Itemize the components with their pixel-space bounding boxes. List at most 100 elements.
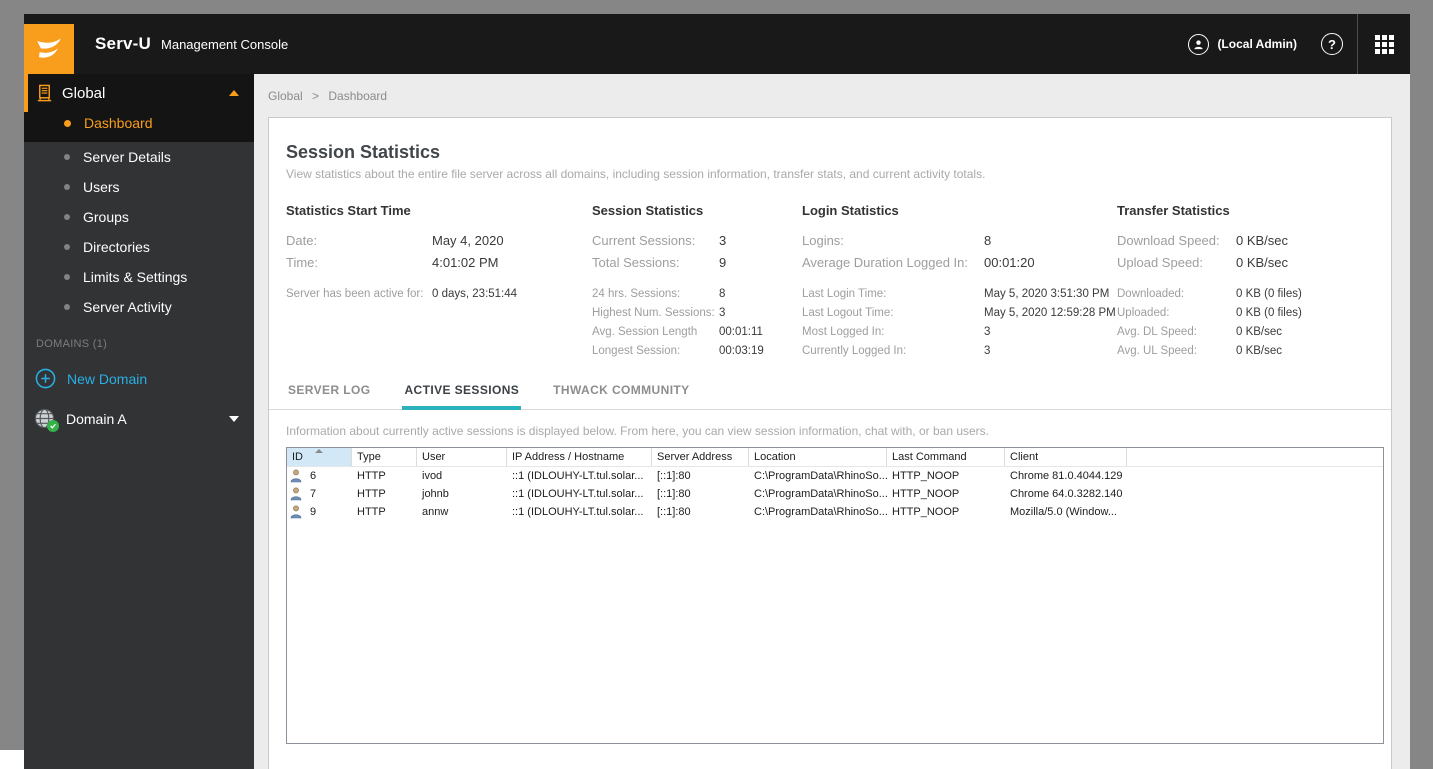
column-header-server-address[interactable]: Server Address [652, 448, 749, 466]
domains-section-label: DOMAINS (1) [36, 338, 108, 350]
stat-label: Last Login Time: [802, 288, 887, 300]
solarwinds-logo[interactable] [24, 24, 74, 74]
stat-value: 3 [984, 326, 991, 338]
cell-client: Chrome 81.0.4044.129 [1010, 470, 1123, 482]
stat-label: Currently Logged In: [802, 345, 907, 357]
cell-user: annw [422, 506, 449, 518]
tab-thwack-community[interactable]: THWACK COMMUNITY [551, 377, 691, 410]
sidebar-item-server-details[interactable]: Server Details [24, 142, 254, 172]
help-icon[interactable]: ? [1321, 33, 1343, 55]
sidebar-item-label: Server Details [83, 149, 171, 165]
app-title: Serv-U [95, 34, 152, 53]
stat-label: Upload Speed: [1117, 255, 1204, 270]
column-header-last-command[interactable]: Last Command [887, 448, 1005, 466]
stat-value: 3 [719, 307, 726, 319]
sidebar-item-directories[interactable]: Directories [24, 232, 254, 262]
stat-value: May 5, 2020 3:51:30 PM [984, 288, 1110, 300]
stat-label: Last Logout Time: [802, 307, 894, 319]
stat-value: 3 [984, 345, 991, 357]
sidebar-item-global[interactable]: Global [24, 74, 254, 112]
stat-value: 8 [984, 233, 992, 248]
user-name-label: (Local Admin) [1217, 37, 1297, 51]
stat-label: Uploaded: [1117, 307, 1170, 319]
breadcrumb-global[interactable]: Global [268, 89, 303, 103]
cell-client: Mozilla/5.0 (Window... [1010, 506, 1117, 518]
sidebar-item-dashboard[interactable]: Dashboard [24, 112, 254, 142]
stat-value: 0 KB/sec [1236, 255, 1289, 270]
apps-grid-button[interactable] [1358, 14, 1410, 74]
table-row[interactable]: 7 HTTP johnb ::1 (IDLOUHY-LT.tul.solar..… [287, 485, 1383, 503]
main-content: Global > Dashboard Session Statistics Vi… [254, 74, 1410, 769]
sidebar-item-users[interactable]: Users [24, 172, 254, 202]
tab-server-log[interactable]: SERVER LOG [286, 377, 372, 410]
stat-label: Highest Num. Sessions: [592, 307, 715, 319]
stat-label: Logins: [802, 233, 844, 248]
column-header-client[interactable]: Client [1005, 448, 1127, 466]
column-header-ip[interactable]: IP Address / Hostname [507, 448, 652, 466]
session-statistics-panel: Session Statistics View statistics about… [268, 117, 1392, 769]
tab-active-sessions[interactable]: ACTIVE SESSIONS [402, 377, 522, 410]
stat-value: 0 days, 23:51:44 [432, 288, 518, 300]
user-menu[interactable]: (Local Admin) [1188, 33, 1297, 55]
user-session-icon [290, 505, 302, 519]
sidebar-item-limits-settings[interactable]: Limits & Settings [24, 262, 254, 292]
stat-value: 00:01:11 [719, 326, 763, 338]
expand-caret-icon[interactable] [229, 415, 239, 422]
sort-ascending-icon [315, 449, 323, 453]
table-row[interactable]: 9 HTTP annw ::1 (IDLOUHY-LT.tul.solar...… [287, 503, 1383, 521]
cell-location: C:\ProgramData\RhinoSo... [754, 488, 887, 500]
table-row[interactable]: 6 HTTP ivod ::1 (IDLOUHY-LT.tul.solar...… [287, 467, 1383, 485]
cell-server-address: [::1]:80 [657, 488, 691, 500]
table-header-row: ID Type User IP Address / Hostname Serve… [287, 448, 1383, 467]
stats-column-transfers: Transfer Statistics Download Speed: 0 KB/… [1117, 203, 1384, 361]
sidebar-item-groups[interactable]: Groups [24, 202, 254, 232]
cell-ip: ::1 (IDLOUHY-LT.tul.solar... [512, 470, 644, 482]
bullet-icon [64, 274, 70, 280]
app-subtitle: Management Console [161, 36, 289, 52]
cell-client: Chrome 64.0.3282.140 [1010, 488, 1123, 500]
sidebar: Global Dashboard Server Details Users Gr… [24, 74, 254, 769]
breadcrumb: Global > Dashboard [254, 74, 1410, 103]
stat-label: Avg. Session Length [592, 326, 698, 338]
bullet-icon [64, 244, 70, 250]
page-title: Session Statistics [286, 142, 441, 162]
stat-label: Total Sessions: [592, 255, 680, 270]
breadcrumb-current: Dashboard [328, 89, 388, 103]
column-header-id[interactable]: ID [287, 448, 352, 466]
column-header-user[interactable]: User [417, 448, 507, 466]
cell-location: C:\ProgramData\RhinoSo... [754, 470, 887, 482]
new-domain-button[interactable]: New Domain [35, 368, 254, 389]
cell-ip: ::1 (IDLOUHY-LT.tul.solar... [512, 488, 644, 500]
column-header-type[interactable]: Type [352, 448, 417, 466]
cell-ip: ::1 (IDLOUHY-LT.tul.solar... [512, 506, 644, 518]
app-window: Serv-U Management Console (Local Admin) … [24, 14, 1410, 769]
apps-grid-icon [1374, 34, 1394, 54]
column-header-location[interactable]: Location [749, 448, 887, 466]
stat-label: Server has been active for: [286, 288, 424, 300]
stat-label: Time: [286, 255, 319, 270]
plus-circle-icon [35, 368, 56, 389]
stat-value: 9 [719, 255, 727, 270]
server-icon [37, 84, 52, 101]
user-session-icon [290, 487, 302, 501]
stats-column-logins: Login Statistics Logins: 8 Average Durati… [802, 203, 1117, 361]
active-sessions-table[interactable]: ID Type User IP Address / Hostname Serve… [286, 447, 1384, 744]
cell-user: johnb [422, 488, 449, 500]
collapse-caret-icon[interactable] [229, 90, 239, 96]
sidebar-item-server-activity[interactable]: Server Activity [24, 292, 254, 322]
stat-value: 0 KB/sec [1236, 345, 1283, 357]
stats-column-header: Login Statistics [802, 203, 899, 218]
stat-label: Avg. DL Speed: [1117, 326, 1197, 338]
stat-value: May 5, 2020 12:59:28 PM [984, 307, 1116, 319]
sidebar-item-label: Server Activity [83, 299, 172, 315]
column-header-empty [1127, 448, 1383, 466]
cell-location: C:\ProgramData\RhinoSo... [754, 506, 887, 518]
stats-column-header: Transfer Statistics [1117, 203, 1230, 218]
sidebar-item-domain-a[interactable]: Domain A [33, 407, 254, 432]
sidebar-item-label: Limits & Settings [83, 269, 188, 285]
stat-label: Most Logged In: [802, 326, 885, 338]
stat-label: 24 hrs. Sessions: [592, 288, 681, 300]
stat-label: Download Speed: [1117, 233, 1220, 248]
stat-value: 00:03:19 [719, 345, 764, 357]
active-sessions-description: Information about currently active sessi… [286, 424, 990, 438]
